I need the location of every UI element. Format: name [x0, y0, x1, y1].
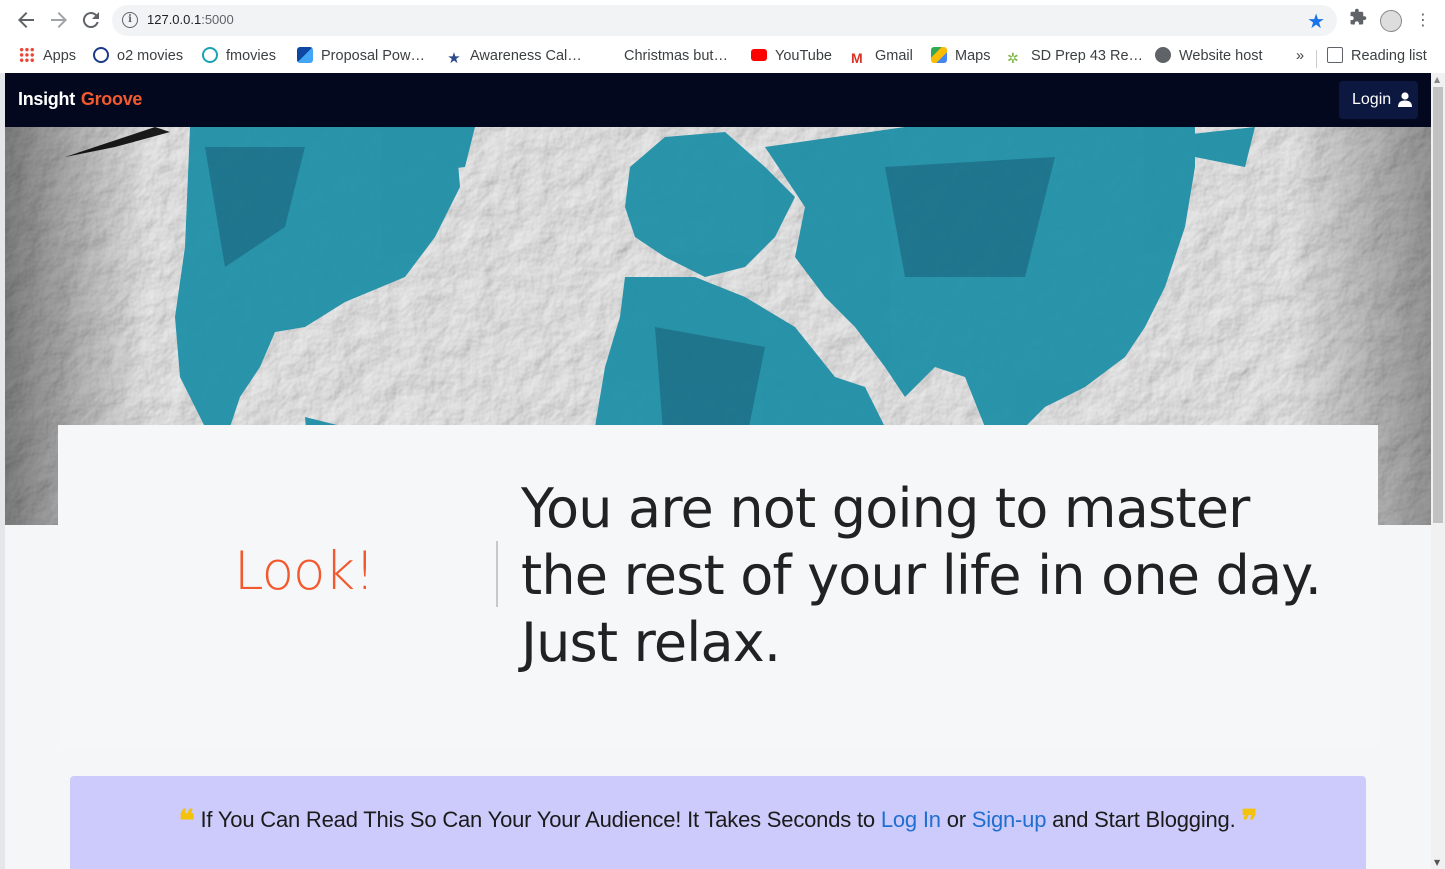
- site-info-icon[interactable]: i: [122, 12, 138, 28]
- profile-avatar[interactable]: [1380, 10, 1402, 32]
- page-scrollbar[interactable]: ▲ ▼: [1431, 73, 1445, 869]
- globe-icon: [1155, 47, 1171, 63]
- bookmark-apps[interactable]: Apps: [19, 45, 76, 67]
- quote-divider: [496, 541, 498, 607]
- extensions-puzzle-icon[interactable]: [1346, 8, 1370, 32]
- bookmarks-bar: Apps o2 movies fmovies Proposal Pow… ★ Aw…: [0, 40, 1445, 73]
- page-viewport: Insight Groove Login Look! You are not go…: [5, 73, 1431, 869]
- bookmark-christmas[interactable]: Christmas but…: [600, 45, 728, 67]
- bookmark-proposal[interactable]: Proposal Pow…: [297, 45, 425, 67]
- forward-arrow-icon[interactable]: [47, 8, 71, 32]
- bookmark-maps[interactable]: Maps: [931, 45, 990, 67]
- scroll-up-arrow-icon[interactable]: ▲: [1434, 75, 1440, 84]
- url-text: 127.0.0.1:5000: [147, 12, 234, 27]
- quote-card: Look! You are not going to master the re…: [58, 425, 1378, 746]
- open-quote-icon: ❝: [178, 804, 195, 839]
- bookmark-o2-movies[interactable]: o2 movies: [93, 45, 183, 67]
- scroll-down-arrow-icon[interactable]: ▼: [1434, 858, 1440, 867]
- bookmark-website-host[interactable]: Website host: [1155, 45, 1263, 67]
- proposal-icon: [297, 47, 313, 63]
- cta-text-before: If You Can Read This So Can Your Your Au…: [200, 807, 875, 832]
- close-quote-icon: ❞: [1241, 804, 1258, 839]
- quote-text: You are not going to master the rest of …: [521, 477, 1322, 674]
- bookmark-sd-prep[interactable]: ✲ SD Prep 43 Re…: [1007, 45, 1143, 67]
- maps-icon: [931, 47, 947, 63]
- cta-banner: ❝ If You Can Read This So Can Your Your …: [70, 776, 1366, 869]
- site-navbar: Insight Groove Login: [5, 73, 1431, 127]
- address-bar[interactable]: i 127.0.0.1:5000 ★: [112, 5, 1337, 36]
- o2-icon: [93, 47, 109, 63]
- back-arrow-icon[interactable]: [14, 8, 38, 32]
- reading-list-button[interactable]: Reading list: [1327, 45, 1427, 67]
- star-icon: ★: [447, 50, 461, 67]
- bookmark-youtube[interactable]: YouTube: [751, 45, 832, 67]
- cta-text-after: and Start Blogging.: [1052, 807, 1236, 832]
- signup-link[interactable]: Sign-up: [972, 807, 1047, 832]
- scrollbar-thumb[interactable]: [1433, 87, 1443, 523]
- cta-message: ❝ If You Can Read This So Can Your Your …: [70, 804, 1366, 839]
- menu-kebab-icon[interactable]: ⋮: [1411, 8, 1435, 32]
- login-button[interactable]: Login: [1339, 81, 1418, 119]
- browser-toolbar: i 127.0.0.1:5000 ★ ⋮: [0, 0, 1445, 40]
- play-circle-icon: [202, 47, 218, 63]
- reload-icon[interactable]: [79, 8, 103, 32]
- apps-grid-icon: [19, 47, 35, 63]
- bookmark-fmovies[interactable]: fmovies: [202, 45, 276, 67]
- quote-lead: Look!: [234, 541, 375, 602]
- bookmark-star-icon[interactable]: ★: [1307, 9, 1325, 33]
- cta-text-or: or: [946, 807, 966, 832]
- blank-icon: [600, 47, 616, 63]
- bookmark-awareness[interactable]: ★ Awareness Cal…: [446, 45, 582, 67]
- site-brand-logo[interactable]: Insight Groove: [18, 89, 142, 110]
- plant-icon: ✲: [1007, 50, 1019, 66]
- user-icon: [1398, 92, 1412, 107]
- login-link[interactable]: Log In: [881, 807, 941, 832]
- youtube-icon: [751, 49, 767, 61]
- reading-list-icon: [1327, 47, 1343, 63]
- gmail-icon: M: [851, 50, 863, 66]
- bookmarks-divider: [1316, 50, 1317, 68]
- bookmarks-overflow-button[interactable]: »: [1296, 45, 1304, 67]
- bookmark-gmail[interactable]: M Gmail: [851, 45, 913, 67]
